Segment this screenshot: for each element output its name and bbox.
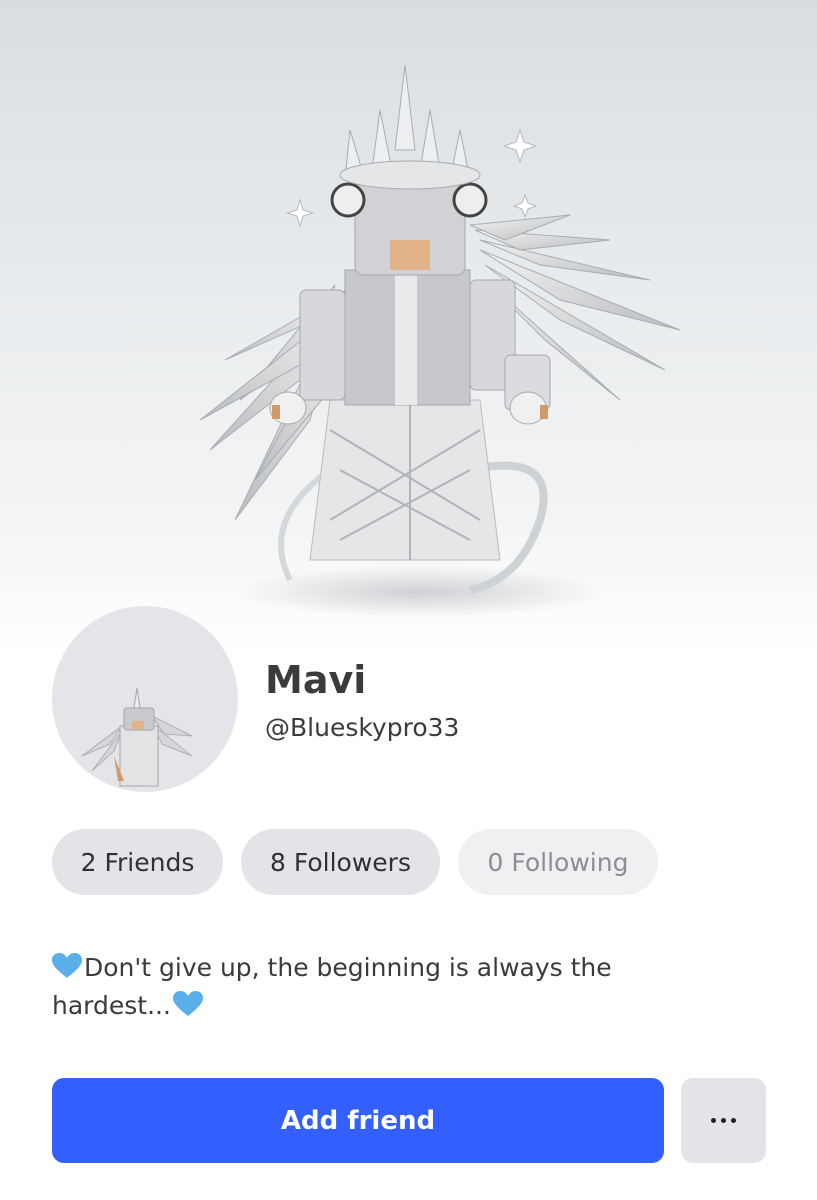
blue-heart-icon: [172, 991, 203, 1026]
more-horizontal-icon: [711, 1118, 716, 1123]
more-horizontal-icon-dot: [721, 1118, 726, 1123]
avatar[interactable]: [52, 606, 238, 792]
display-name: Mavi: [265, 658, 367, 702]
profile-page: Mavi @Blueskypro33 2 Friends 8 Followers…: [0, 0, 817, 1200]
followers-count-button[interactable]: 8 Followers: [241, 829, 440, 895]
more-options-button[interactable]: [681, 1078, 766, 1163]
add-friend-button[interactable]: Add friend: [52, 1078, 664, 1163]
avatar-thumbnail-figure: [81, 687, 193, 787]
bio-text: Don't give up, the beginning is always t…: [52, 953, 612, 1020]
profile-bio: Don't give up, the beginning is always t…: [52, 950, 692, 1026]
blue-heart-icon: [52, 953, 82, 988]
following-count-button[interactable]: 0 Following: [458, 829, 658, 895]
username: @Blueskypro33: [265, 713, 460, 742]
friends-count-button[interactable]: 2 Friends: [52, 829, 223, 895]
avatar-hero-image: [0, 0, 817, 650]
avatar-figure: [199, 64, 681, 618]
more-horizontal-icon-dot: [731, 1118, 736, 1123]
